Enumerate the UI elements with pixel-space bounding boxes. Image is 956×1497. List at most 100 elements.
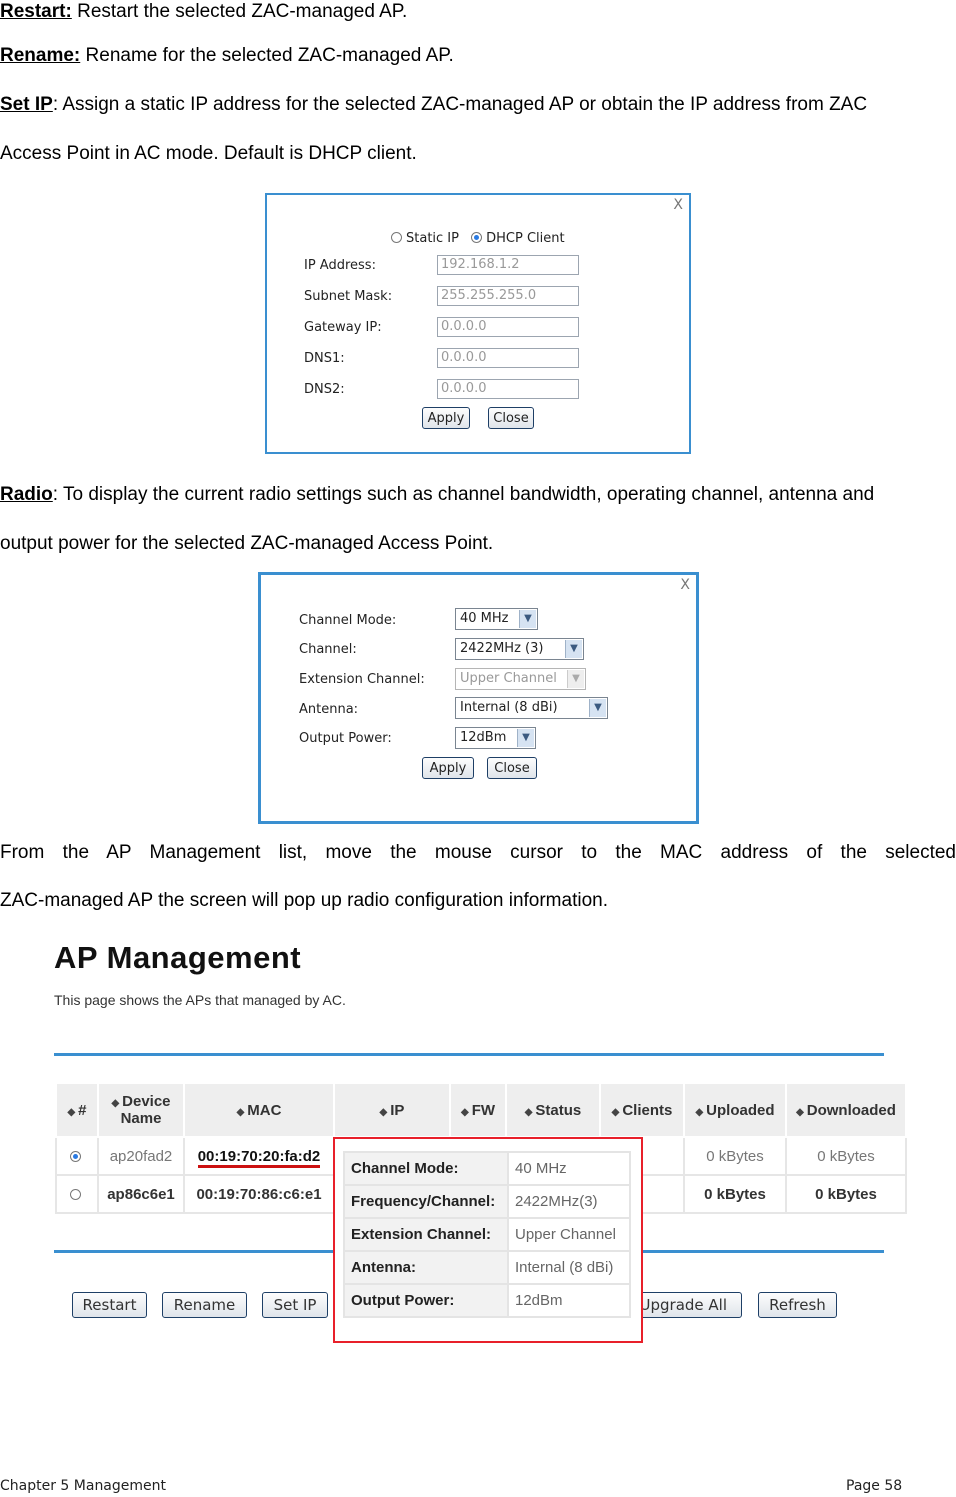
- subnet-mask-label: Subnet Mask:: [304, 289, 393, 304]
- channel-mode-select[interactable]: 40 MHz ▼: [455, 608, 538, 630]
- setip-term: Set IP: [0, 94, 53, 115]
- setip-description: Set IP: Assign a static IP address for t…: [0, 93, 956, 117]
- rename-button[interactable]: Rename: [162, 1292, 247, 1318]
- sort-icon: ◆: [695, 1106, 704, 1118]
- column-header-device-name[interactable]: ◆ Device Name: [97, 1082, 185, 1138]
- chevron-down-icon: ▼: [565, 640, 582, 658]
- sort-icon: ◆: [379, 1106, 388, 1118]
- divider: [54, 1053, 884, 1056]
- close-icon[interactable]: X: [673, 197, 683, 213]
- channel-mode-label: Channel Mode:: [299, 613, 397, 628]
- from-text-line2: ZAC-managed AP the screen will pop up ra…: [0, 890, 608, 911]
- ip-address-field[interactable]: 192.168.1.2: [437, 255, 579, 275]
- apply-button[interactable]: Apply: [422, 757, 474, 779]
- mac-cell: 00:19:70:20:fa:d2: [183, 1136, 335, 1176]
- uploaded-cell: 0 kBytes: [683, 1136, 787, 1176]
- gateway-ip-label: Gateway IP:: [304, 320, 382, 335]
- dns1-field[interactable]: 0.0.0.0: [437, 348, 579, 368]
- output-power-select[interactable]: 12dBm ▼: [455, 727, 536, 749]
- radio-info-popup: Channel Mode: 40 MHz Frequency/Channel: 24…: [333, 1137, 643, 1343]
- chevron-down-icon: ▼: [567, 670, 584, 688]
- ip-address-label: IP Address:: [304, 258, 376, 273]
- column-header-clients[interactable]: ◆ Clients: [599, 1082, 685, 1138]
- output-power-value: 12dBm: [460, 730, 507, 745]
- restart-button[interactable]: Restart: [72, 1292, 147, 1318]
- column-header-fw[interactable]: ◆ FW: [449, 1082, 507, 1138]
- rename-text: Rename for the selected ZAC-managed AP.: [80, 45, 454, 66]
- row-select-cell: [55, 1136, 99, 1176]
- column-header-mac[interactable]: ◆ MAC: [183, 1082, 335, 1138]
- row-select-radio[interactable]: [69, 1150, 81, 1162]
- mac-cell[interactable]: 00:19:70:86:c6:e1: [183, 1174, 335, 1214]
- table-header-row: ◆ # ◆ Device Name ◆ MAC ◆ IP ◆ FW ◆ Status ◆ Cl…: [55, 1082, 907, 1138]
- sort-icon: ◆: [524, 1106, 533, 1118]
- radio-info-table: Channel Mode: 40 MHz Frequency/Channel: 24…: [343, 1151, 631, 1318]
- extension-channel-value: Upper Channel: [460, 671, 557, 686]
- radio-description-line2: output power for the selected ZAC-manage…: [0, 533, 494, 554]
- popup-label: Output Power:: [343, 1283, 509, 1318]
- sort-icon: ◆: [111, 1098, 120, 1109]
- popup-value: 12dBm: [507, 1283, 631, 1318]
- popup-value: 2422MHz(3): [507, 1184, 631, 1219]
- restart-description: Restart: Restart the selected ZAC-manage…: [0, 0, 956, 24]
- antenna-select[interactable]: Internal (8 dBi) ▼: [455, 697, 608, 719]
- setip-dialog: X Static IP DHCP Client IP Address: Subn…: [265, 193, 691, 454]
- popup-row: Extension Channel: Upper Channel: [343, 1217, 631, 1252]
- popup-label: Antenna:: [343, 1250, 509, 1285]
- close-icon[interactable]: X: [680, 577, 690, 593]
- popup-value: Upper Channel: [507, 1217, 631, 1252]
- static-ip-radio[interactable]: [391, 232, 402, 243]
- footer-page: Page 58: [846, 1478, 903, 1494]
- rename-term: Rename:: [0, 45, 81, 66]
- sort-icon: ◆: [611, 1106, 620, 1118]
- footer-chapter: Chapter 5 Management: [0, 1478, 167, 1494]
- refresh-button[interactable]: Refresh: [758, 1292, 837, 1318]
- row-select-cell: [55, 1174, 99, 1214]
- subnet-mask-field[interactable]: 255.255.255.0: [437, 286, 579, 306]
- device-name-cell: ap86c6e1: [97, 1174, 185, 1214]
- popup-label: Channel Mode:: [343, 1151, 509, 1186]
- close-button[interactable]: Close: [488, 407, 534, 429]
- chevron-down-icon: ▼: [589, 699, 606, 717]
- radio-description: Radio: To display the current radio sett…: [0, 483, 956, 507]
- sort-icon: ◆: [796, 1106, 804, 1118]
- dhcp-client-radio[interactable]: [471, 232, 483, 243]
- column-header-downloaded[interactable]: ◆ Downloaded: [785, 1082, 907, 1138]
- column-header-index[interactable]: ◆ #: [55, 1082, 99, 1138]
- extension-channel-select: Upper Channel ▼: [455, 668, 586, 690]
- radio-term: Radio: [0, 484, 53, 505]
- channel-select[interactable]: 2422MHz (3) ▼: [455, 638, 584, 660]
- antenna-label: Antenna:: [299, 702, 359, 717]
- column-header-status[interactable]: ◆ Status: [505, 1082, 601, 1138]
- downloaded-cell: 0 kBytes: [785, 1174, 907, 1214]
- mac-link[interactable]: 00:19:70:20:fa:d2: [197, 1147, 321, 1168]
- popup-row: Channel Mode: 40 MHz: [343, 1151, 631, 1186]
- sort-icon: ◆: [67, 1106, 76, 1118]
- column-header-ip[interactable]: ◆ IP: [333, 1082, 451, 1138]
- row-select-radio[interactable]: [69, 1188, 81, 1200]
- close-button[interactable]: Close: [487, 757, 537, 779]
- popup-row: Output Power: 12dBm: [343, 1283, 631, 1318]
- sort-icon: ◆: [236, 1106, 245, 1118]
- ip-mode-radio-group: Static IP DHCP Client: [391, 231, 565, 246]
- ap-management-subtitle: This page shows the APs that managed by …: [54, 992, 346, 1008]
- apply-button[interactable]: Apply: [422, 407, 470, 429]
- uploaded-cell: 0 kBytes: [683, 1174, 787, 1214]
- channel-label: Channel:: [299, 642, 357, 657]
- gateway-ip-field[interactable]: 0.0.0.0: [437, 317, 579, 337]
- column-header-uploaded[interactable]: ◆ Uploaded: [683, 1082, 787, 1138]
- channel-mode-value: 40 MHz: [460, 611, 509, 626]
- dhcp-client-label: DHCP Client: [486, 231, 565, 246]
- rename-description: Rename: Rename for the selected ZAC-mana…: [0, 44, 956, 68]
- radio-text-line1: : To display the current radio settings …: [52, 484, 875, 505]
- dns2-field[interactable]: 0.0.0.0: [437, 379, 579, 399]
- static-ip-label: Static IP: [406, 231, 459, 246]
- dns2-label: DNS2:: [304, 382, 345, 397]
- extension-channel-label: Extension Channel:: [299, 672, 425, 687]
- popup-row: Antenna: Internal (8 dBi): [343, 1250, 631, 1285]
- sort-icon: ◆: [460, 1106, 469, 1118]
- popup-label: Extension Channel:: [343, 1217, 509, 1252]
- set-ip-button[interactable]: Set IP: [262, 1292, 328, 1318]
- from-text-line1: From the AP Management list, move the mo…: [0, 842, 956, 863]
- ap-management-title: AP Management: [54, 940, 302, 975]
